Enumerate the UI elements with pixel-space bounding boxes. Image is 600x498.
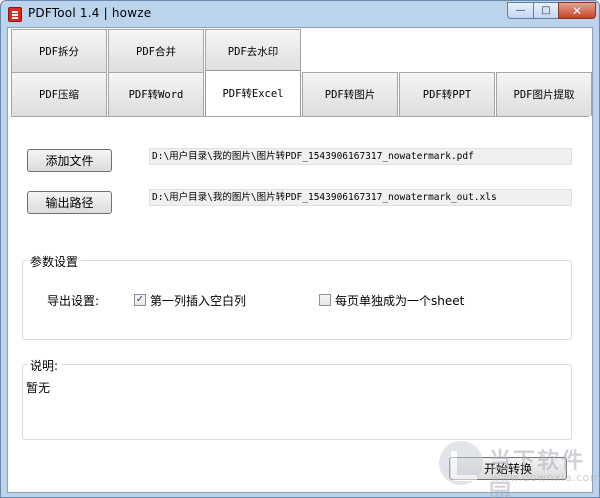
notes-legend: 说明: xyxy=(27,357,62,374)
export-settings-label: 导出设置: xyxy=(47,294,100,308)
output-path-button[interactable]: 输出路径 xyxy=(27,191,112,214)
maximize-button[interactable]: □ xyxy=(533,2,559,19)
main-panel: PDF拆分 PDF合并 PDF去水印 PDF压缩 PDF转Word PDF转Ex… xyxy=(7,27,593,493)
add-file-button[interactable]: 添加文件 xyxy=(27,149,112,172)
input-path-field[interactable]: D:\用户目录\我的图片\图片转PDF_1543906167317_nowate… xyxy=(149,148,572,165)
settings-group: 参数设置 导出设置: ✓ 第一列插入空白列 每页单独成为一个sheet xyxy=(22,253,572,340)
tab-pdf-to-excel[interactable]: PDF转Excel xyxy=(205,70,301,116)
tab-pdf-merge[interactable]: PDF合并 xyxy=(108,29,204,73)
title-bar[interactable]: PDFTool 1.4 | howze — □ ✕ xyxy=(1,1,599,27)
notes-group: 说明: 暂无 xyxy=(22,357,572,440)
sheet-per-page-checkbox[interactable] xyxy=(319,294,331,306)
tab-pdf-split[interactable]: PDF拆分 xyxy=(11,29,107,73)
app-window: PDFTool 1.4 | howze — □ ✕ PDF拆分 PDF合并 PD… xyxy=(0,0,600,498)
tab-pdf-to-ppt[interactable]: PDF转PPT xyxy=(399,72,495,116)
site-watermark: 当下软件园 www.downxia.com xyxy=(439,441,600,498)
tab-pdf-to-word[interactable]: PDF转Word xyxy=(108,72,204,116)
tab-pdf-image-extract[interactable]: PDF图片提取 xyxy=(496,72,592,116)
tab-pdf-to-image[interactable]: PDF转图片 xyxy=(302,72,398,116)
watermark-logo-icon xyxy=(439,441,483,485)
notes-text: 暂无 xyxy=(26,381,51,395)
tab-content-border xyxy=(11,116,589,117)
output-path-field[interactable]: D:\用户目录\我的图片\图片转PDF_1543906167317_nowate… xyxy=(149,189,572,206)
minimize-button[interactable]: — xyxy=(507,2,534,19)
close-button[interactable]: ✕ xyxy=(558,2,596,19)
settings-legend: 参数设置 xyxy=(27,253,82,270)
watermark-url: www.downxia.com xyxy=(491,471,600,484)
window-title: PDFTool 1.4 | howze xyxy=(28,6,152,20)
sheet-per-page-label[interactable]: 每页单独成为一个sheet xyxy=(335,292,464,309)
tab-row-bottom: PDF压缩 PDF转Word PDF转Excel PDF转图片 PDF转PPT … xyxy=(11,70,593,116)
tab-row-top: PDF拆分 PDF合并 PDF去水印 xyxy=(11,29,302,73)
tab-pdf-compress[interactable]: PDF压缩 xyxy=(11,72,107,116)
pdf-app-icon xyxy=(8,7,22,22)
tab-pdf-remove-watermark[interactable]: PDF去水印 xyxy=(205,29,301,73)
insert-blank-column-label[interactable]: 第一列插入空白列 xyxy=(150,292,246,309)
insert-blank-column-checkbox[interactable]: ✓ xyxy=(134,294,146,306)
